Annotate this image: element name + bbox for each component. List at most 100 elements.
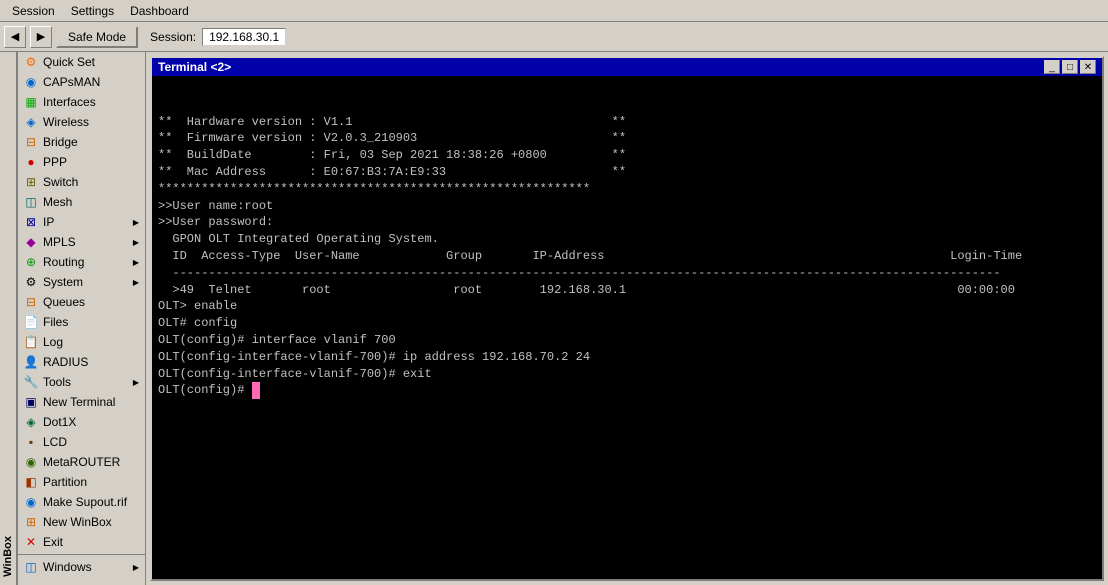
menu-dashboard[interactable]: Dashboard <box>122 2 197 20</box>
sidebar-item-make-supout[interactable]: ◉ Make Supout.rif <box>18 492 145 512</box>
menu-session[interactable]: Session <box>4 2 63 20</box>
sidebar-item-label-lcd: LCD <box>43 435 67 449</box>
capsman-icon: ◉ <box>24 75 38 89</box>
terminal-line-last: OLT(config)# <box>158 382 1096 399</box>
sidebar-item-label-capsman: CAPsMAN <box>43 75 100 89</box>
sidebar-item-windows[interactable]: ◫ Windows <box>18 557 145 577</box>
terminal-line: ** Firmware version : V2.0.3_210903 ** <box>158 130 1096 147</box>
new-terminal-icon: ▣ <box>24 395 38 409</box>
interfaces-icon: ▦ <box>24 95 38 109</box>
sidebar-item-label-log: Log <box>43 335 63 349</box>
sidebar-item-label-mesh: Mesh <box>43 195 72 209</box>
terminal-line: OLT> enable <box>158 298 1096 315</box>
sidebar-item-label-quick-set: Quick Set <box>43 55 95 69</box>
menu-bar: Session Settings Dashboard <box>0 0 1108 22</box>
sidebar-item-mesh[interactable]: ◫ Mesh <box>18 192 145 212</box>
sidebar-item-label-wireless: Wireless <box>43 115 89 129</box>
log-icon: 📋 <box>24 335 38 349</box>
sidebar-item-new-winbox[interactable]: ⊞New WinBox <box>18 512 145 532</box>
terminal-line: OLT(config)# interface vlanif 700 <box>158 332 1096 349</box>
sidebar-item-bridge[interactable]: ⊟ Bridge <box>18 132 145 152</box>
sidebar-item-metarouter[interactable]: ◉MetaROUTER <box>18 452 145 472</box>
wireless-icon: ◈ <box>24 115 38 129</box>
terminal-minimize-button[interactable]: _ <box>1044 60 1060 74</box>
dot1x-icon: ◈ <box>24 415 38 429</box>
terminal-title: Terminal <2> <box>158 60 1044 74</box>
sidebar-item-label-tools: Tools <box>43 375 71 389</box>
sidebar-item-dot1x[interactable]: ◈ Dot1X <box>18 412 145 432</box>
terminal-line: ----------------------------------------… <box>158 265 1096 282</box>
safe-mode-button[interactable]: Safe Mode <box>56 26 138 48</box>
terminal-cursor <box>252 382 260 399</box>
back-button[interactable]: ◀ <box>4 26 26 48</box>
sidebar-item-label-dot1x: Dot1X <box>43 415 76 429</box>
sidebar-item-ppp[interactable]: ● PPP <box>18 152 145 172</box>
sidebar-item-label-bridge: Bridge <box>43 135 78 149</box>
sidebar-item-mpls[interactable]: ◆MPLS <box>18 232 145 252</box>
sidebar-item-label-windows: Windows <box>43 560 92 574</box>
content-area: Terminal <2> _ □ ✕ ** Hardware version :… <box>146 52 1108 585</box>
ip-icon: ⊠ <box>24 215 38 229</box>
mesh-icon: ◫ <box>24 195 38 209</box>
partition-icon: ◧ <box>24 475 38 489</box>
mpls-icon: ◆ <box>24 235 38 249</box>
sidebar-item-label-routing: Routing <box>43 255 84 269</box>
routing-icon: ⊕ <box>24 255 38 269</box>
sidebar-item-label-ppp: PPP <box>43 155 67 169</box>
terminal-line: ****************************************… <box>158 181 1096 198</box>
sidebar-item-wireless[interactable]: ◈ Wireless <box>18 112 145 132</box>
make-supout-icon: ◉ <box>24 495 38 509</box>
terminal-restore-button[interactable]: □ <box>1062 60 1078 74</box>
sidebar-item-log[interactable]: 📋 Log <box>18 332 145 352</box>
toolbar: ◀ ▶ Safe Mode Session: 192.168.30.1 <box>0 22 1108 52</box>
terminal-controls: _ □ ✕ <box>1044 60 1096 74</box>
system-icon: ⚙ <box>24 275 38 289</box>
switch-icon: ⊞ <box>24 175 38 189</box>
terminal-line: GPON OLT Integrated Operating System. <box>158 231 1096 248</box>
sidebar-item-label-files: Files <box>43 315 68 329</box>
terminal-close-button[interactable]: ✕ <box>1080 60 1096 74</box>
session-value: 192.168.30.1 <box>202 28 286 46</box>
bridge-icon: ⊟ <box>24 135 38 149</box>
sidebar-item-ip[interactable]: ⊠IP <box>18 212 145 232</box>
terminal-line: OLT(config)# <box>158 383 252 397</box>
sidebar-item-label-exit: Exit <box>43 535 63 549</box>
menu-settings[interactable]: Settings <box>63 2 122 20</box>
sidebar-item-switch[interactable]: ⊞ Switch <box>18 172 145 192</box>
sidebar-item-files[interactable]: 📄 Files <box>18 312 145 332</box>
tools-icon: 🔧 <box>24 375 38 389</box>
sidebar-item-radius[interactable]: 👤RADIUS <box>18 352 145 372</box>
sidebar-item-label-new-winbox: New WinBox <box>43 515 112 529</box>
terminal-line: >49 Telnet root root 192.168.30.1 00:00:… <box>158 282 1096 299</box>
sidebar-item-label-partition: Partition <box>43 475 87 489</box>
sidebar-item-label-system: System <box>43 275 83 289</box>
sidebar-item-interfaces[interactable]: ▦Interfaces <box>18 92 145 112</box>
sidebar-item-capsman[interactable]: ◉ CAPsMAN <box>18 72 145 92</box>
sidebar-item-label-make-supout: Make Supout.rif <box>43 495 127 509</box>
terminal-titlebar: Terminal <2> _ □ ✕ <box>152 58 1102 76</box>
sidebar-item-label-queues: Queues <box>43 295 85 309</box>
sidebar-item-new-terminal[interactable]: ▣New Terminal <box>18 392 145 412</box>
terminal-window: Terminal <2> _ □ ✕ ** Hardware version :… <box>150 56 1104 581</box>
terminal-line: ** Mac Address : E0:67:B3:7A:E9:33 ** <box>158 164 1096 181</box>
sidebar-item-routing[interactable]: ⊕ Routing <box>18 252 145 272</box>
sidebar-item-tools[interactable]: 🔧 Tools <box>18 372 145 392</box>
main-layout: WinBox ⚙Quick Set◉CAPsMAN▦Interfaces◈Wir… <box>0 52 1108 585</box>
forward-button[interactable]: ▶ <box>30 26 52 48</box>
ppp-icon: ● <box>24 155 38 169</box>
sidebar-item-exit[interactable]: ✕Exit <box>18 532 145 552</box>
files-icon: 📄 <box>24 315 38 329</box>
sidebar-item-queues[interactable]: ⊟Queues <box>18 292 145 312</box>
terminal-line: >>User name:root <box>158 198 1096 215</box>
terminal-body[interactable]: ** Hardware version : V1.1 **** Firmware… <box>152 76 1102 579</box>
terminal-line: OLT# config <box>158 315 1096 332</box>
sidebar-item-label-metarouter: MetaROUTER <box>43 455 120 469</box>
sidebar-item-quick-set[interactable]: ⚙Quick Set <box>18 52 145 72</box>
sidebar-item-system[interactable]: ⚙ System <box>18 272 145 292</box>
sidebar-item-label-switch: Switch <box>43 175 78 189</box>
sidebar-item-lcd[interactable]: ▪ LCD <box>18 432 145 452</box>
lcd-icon: ▪ <box>24 435 38 449</box>
sidebar-item-partition[interactable]: ◧ Partition <box>18 472 145 492</box>
windows-icon: ◫ <box>24 560 38 574</box>
terminal-line: ** BuildDate : Fri, 03 Sep 2021 18:38:26… <box>158 147 1096 164</box>
